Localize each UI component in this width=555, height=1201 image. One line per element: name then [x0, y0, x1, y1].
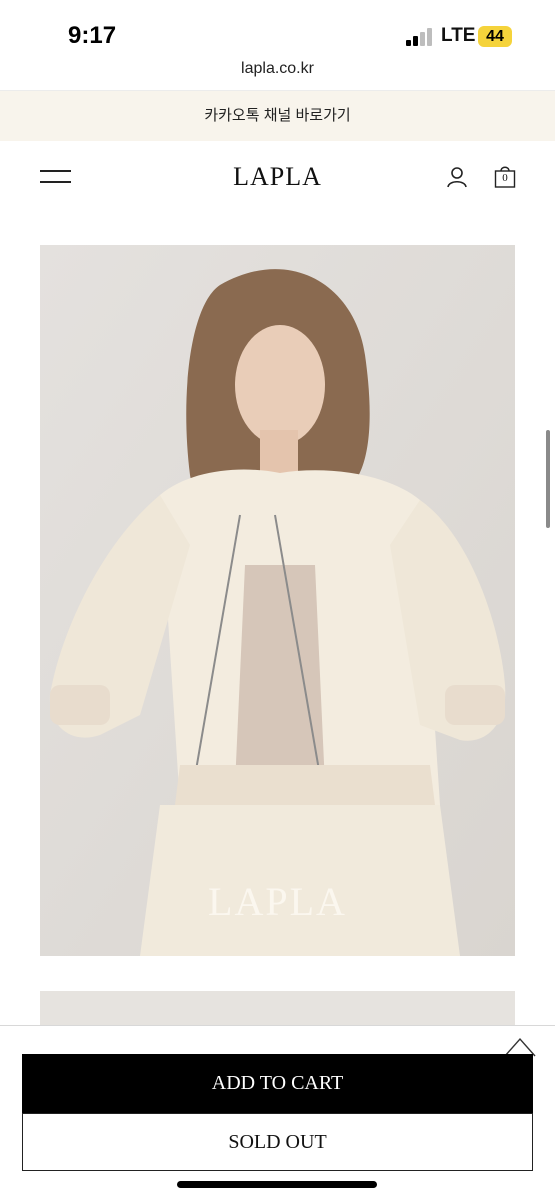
sold-out-button[interactable]: SOLD OUT [22, 1113, 533, 1171]
page-scrollbar[interactable] [546, 430, 550, 528]
kakao-channel-banner[interactable]: 카카오톡 채널 바로가기 [0, 90, 555, 141]
image-watermark-logo: LAPLA [208, 879, 347, 924]
status-time: 9:17 [68, 22, 117, 49]
network-label: LTE [441, 25, 476, 46]
status-bar: 9:17 LTE 44 [0, 0, 555, 60]
signal-icon [406, 28, 434, 46]
address-bar[interactable]: lapla.co.kr [0, 60, 555, 78]
home-indicator[interactable] [177, 1181, 377, 1188]
site-logo[interactable]: LAPLA [0, 162, 555, 192]
cart-count: 0 [502, 172, 508, 184]
cart-icon[interactable]: 0 [494, 166, 516, 188]
battery-icon: 44 [478, 26, 512, 47]
product-image[interactable] [40, 245, 515, 956]
user-icon[interactable] [446, 166, 468, 188]
site-header: LAPLA 0 [0, 140, 555, 220]
add-to-cart-button[interactable]: ADD TO CART [22, 1054, 533, 1113]
